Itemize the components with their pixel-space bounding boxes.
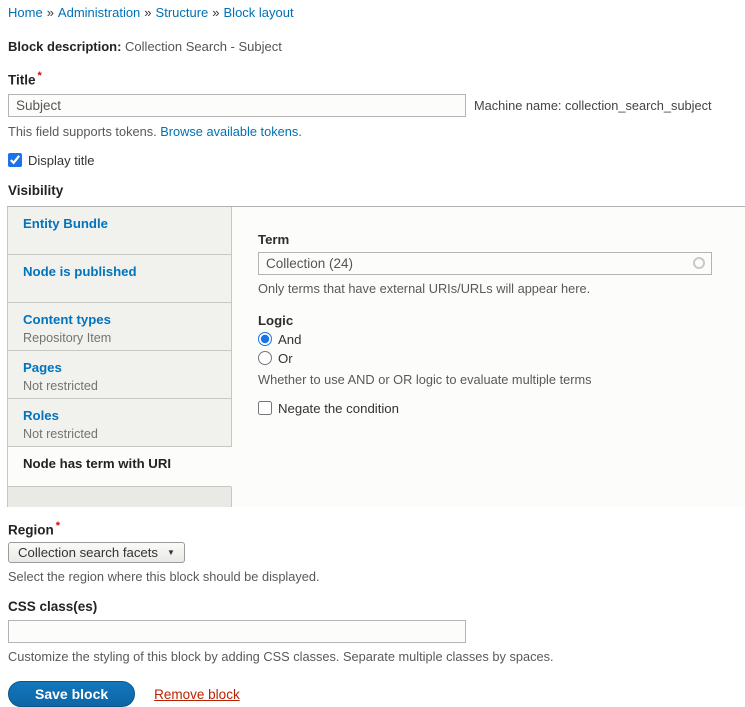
breadcrumb-link-home[interactable]: Home — [8, 5, 43, 20]
block-description-value: Collection Search - Subject — [125, 39, 282, 54]
logic-and-radio[interactable] — [258, 332, 272, 346]
breadcrumb-link-administration[interactable]: Administration — [58, 5, 140, 20]
visibility-tab-pane: Term Only terms that have external URIs/… — [232, 207, 745, 507]
remove-block-link[interactable]: Remove block — [154, 687, 240, 702]
vertical-tab-content-types[interactable]: Content types Repository Item — [8, 303, 232, 351]
autocomplete-throbber-icon — [693, 257, 705, 269]
vertical-tab-pages[interactable]: Pages Not restricted — [8, 351, 232, 399]
block-description-label: Block description: — [8, 39, 121, 54]
breadcrumb-separator: » — [212, 5, 219, 20]
vertical-tab-roles[interactable]: Roles Not restricted — [8, 399, 232, 447]
logic-description: Whether to use AND or OR logic to evalua… — [258, 372, 726, 387]
breadcrumb-separator: » — [144, 5, 151, 20]
breadcrumb-link-block-layout[interactable]: Block layout — [224, 5, 294, 20]
token-note: This field supports tokens. Browse avail… — [8, 124, 745, 139]
vertical-tabs-menu: Entity Bundle Node is published Content … — [7, 207, 232, 507]
logic-label: Logic — [258, 313, 726, 328]
negate-option[interactable]: Negate the condition — [258, 401, 726, 416]
term-label: Term — [258, 232, 726, 247]
vertical-tab-node-is-published[interactable]: Node is published — [8, 255, 232, 303]
logic-option-and[interactable]: And — [258, 332, 726, 347]
css-classes-input[interactable] — [8, 620, 466, 643]
title-input[interactable] — [8, 94, 466, 117]
region-selected-value: Collection search facets — [18, 545, 158, 560]
css-classes-description: Customize the styling of this block by a… — [8, 649, 745, 664]
visibility-heading: Visibility — [8, 183, 745, 198]
block-description: Block description: Collection Search - S… — [8, 39, 745, 54]
term-autocomplete — [258, 252, 712, 275]
display-title-checkbox[interactable] — [8, 153, 22, 167]
region-select[interactable]: Collection search facets ▼ — [8, 542, 185, 563]
breadcrumb-separator: » — [47, 5, 54, 20]
required-asterisk: * — [56, 520, 60, 532]
logic-or-radio[interactable] — [258, 351, 272, 365]
negate-label: Negate the condition — [278, 401, 399, 416]
title-label: Title* — [8, 70, 42, 88]
save-block-button[interactable]: Save block — [8, 681, 135, 707]
browse-tokens-link[interactable]: Browse available tokens. — [160, 124, 302, 139]
display-title-option[interactable]: Display title — [8, 153, 745, 168]
breadcrumb: Home»Administration»Structure»Block layo… — [8, 5, 745, 20]
region-label: Region* — [8, 520, 60, 538]
term-description: Only terms that have external URIs/URLs … — [258, 281, 726, 296]
required-asterisk: * — [38, 70, 42, 82]
css-classes-label: CSS class(es) — [8, 599, 97, 614]
visibility-panel: Entity Bundle Node is published Content … — [7, 206, 745, 507]
region-description: Select the region where this block shoul… — [8, 569, 745, 584]
logic-option-or[interactable]: Or — [258, 351, 726, 366]
vertical-tab-node-has-term-with-uri[interactable]: Node has term with URI — [8, 447, 232, 487]
breadcrumb-link-structure[interactable]: Structure — [156, 5, 209, 20]
chevron-down-icon: ▼ — [167, 548, 175, 557]
machine-name: Machine name: collection_search_subject — [474, 98, 712, 113]
vertical-tab-partial — [8, 487, 232, 507]
vertical-tab-entity-bundle[interactable]: Entity Bundle — [8, 207, 232, 255]
term-input[interactable] — [258, 252, 712, 275]
display-title-label: Display title — [28, 153, 94, 168]
negate-checkbox[interactable] — [258, 401, 272, 415]
